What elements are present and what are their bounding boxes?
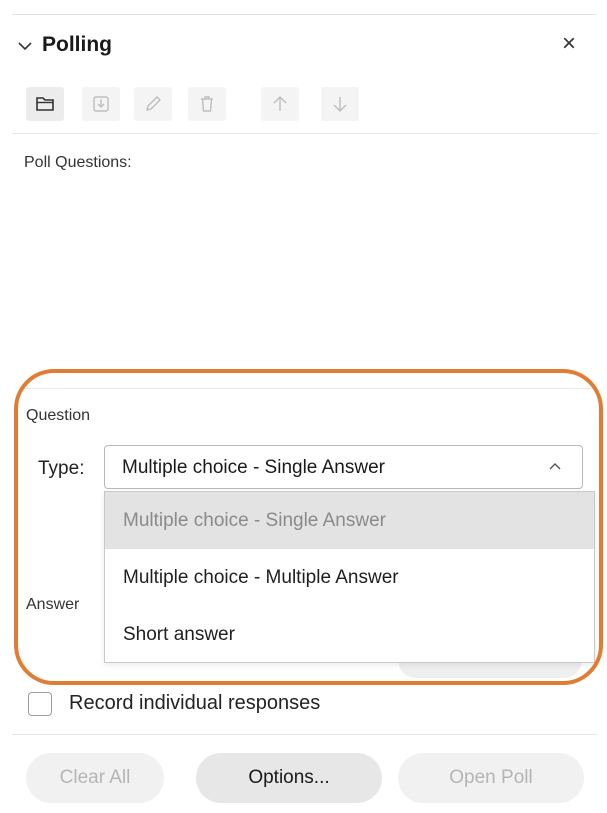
options-button[interactable]: Options...: [196, 753, 382, 803]
dropdown-option-short-answer[interactable]: Short answer: [105, 606, 594, 663]
question-divider: [24, 388, 597, 389]
edit-button[interactable]: [134, 87, 172, 121]
move-up-button[interactable]: [261, 87, 299, 121]
question-section-label: Question: [26, 407, 91, 424]
close-button[interactable]: ×: [562, 31, 576, 57]
delete-icon: [201, 96, 213, 112]
chevron-up-icon: [549, 463, 561, 470]
panel-title: Polling: [42, 33, 112, 56]
dropdown-option-label: Short answer: [123, 624, 235, 645]
footer-divider: [12, 734, 597, 735]
edit-icon: [146, 96, 161, 111]
dropdown-option-single-answer[interactable]: Multiple choice - Single Answer: [105, 492, 594, 549]
question-type-value: Multiple choice - Single Answer: [122, 457, 385, 478]
delete-button[interactable]: [188, 87, 226, 121]
question-type-dropdown: Multiple choice - Single Answer Multiple…: [104, 491, 595, 663]
open-poll-button[interactable]: Open Poll: [398, 753, 584, 803]
poll-questions-label: Poll Questions:: [24, 154, 132, 171]
record-responses-checkbox[interactable]: [28, 692, 52, 716]
move-down-icon: [333, 97, 347, 112]
panel-top-border: [12, 14, 597, 15]
clear-all-button[interactable]: Clear All: [26, 753, 164, 803]
import-icon: [93, 96, 109, 112]
dropdown-option-label: Multiple choice - Multiple Answer: [123, 567, 399, 588]
question-type-select[interactable]: Multiple choice - Single Answer: [104, 445, 583, 489]
move-down-button[interactable]: [321, 87, 359, 121]
import-button[interactable]: [82, 87, 120, 121]
dropdown-option-multiple-answer[interactable]: Multiple choice - Multiple Answer: [105, 549, 594, 606]
dropdown-option-label: Multiple choice - Single Answer: [123, 510, 386, 531]
record-responses-label: Record individual responses: [69, 692, 321, 714]
folder-icon: [36, 97, 54, 111]
move-up-icon: [273, 96, 287, 111]
toolbar-divider: [12, 133, 597, 134]
type-label: Type:: [38, 458, 85, 479]
chevron-down-icon[interactable]: [16, 37, 34, 55]
answer-section-label: Answer: [26, 596, 80, 613]
folder-button[interactable]: [26, 87, 64, 121]
